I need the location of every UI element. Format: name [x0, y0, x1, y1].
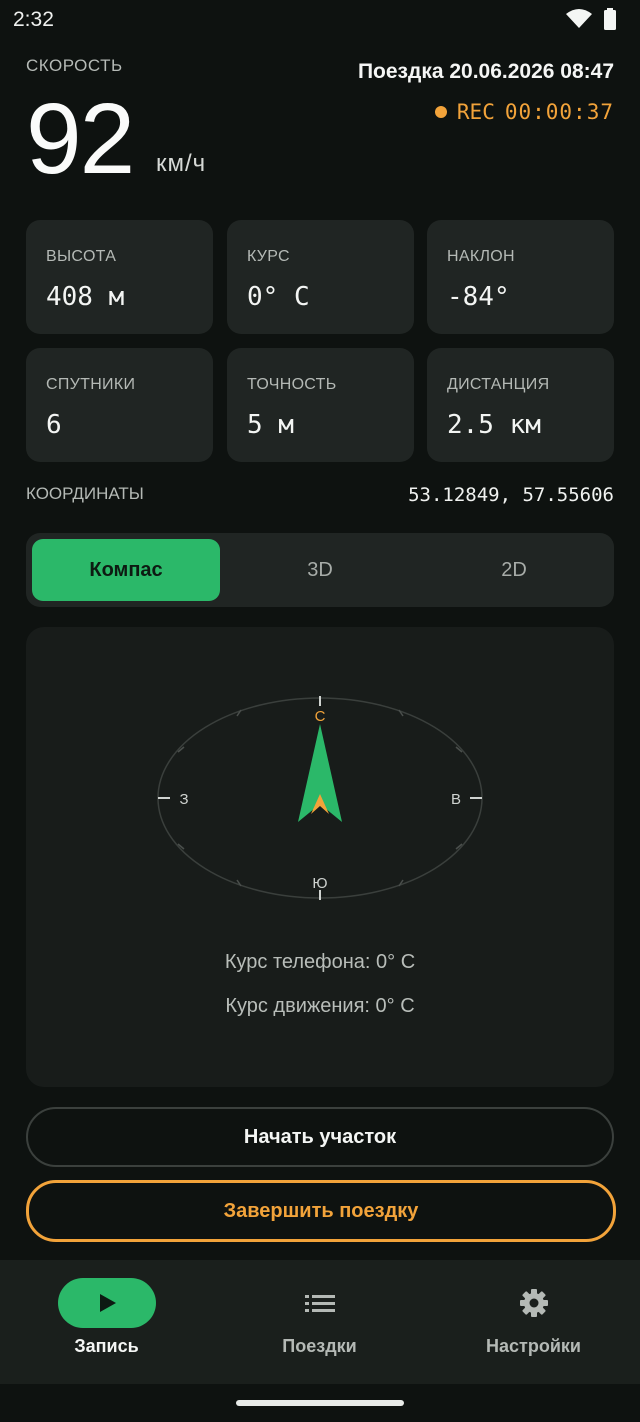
trip-title: Поездка 20.06.2026 08:47 — [357, 60, 614, 83]
stat-card-accuracy: ТОЧНОСТЬ 5 м — [227, 348, 414, 462]
finish-trip-button[interactable]: Завершить поездку — [26, 1180, 616, 1242]
tab-compass[interactable]: Компас — [32, 539, 220, 601]
rec-label: REC — [456, 100, 495, 124]
recording-indicator: REC 00:00:37 — [434, 100, 614, 124]
stat-card-altitude: ВЫСОТА 408 м — [26, 220, 213, 334]
compass-dial: С Ю З В — [157, 696, 483, 900]
stat-label: НАКЛОН — [447, 248, 515, 265]
stat-value: -84° — [447, 282, 510, 312]
speed-unit: км/ч — [156, 150, 207, 177]
nav-label: Запись — [74, 1336, 139, 1356]
stat-value: 5 м — [247, 410, 294, 440]
phone-heading: Курс телефона: 0° С — [224, 951, 416, 973]
movement-heading: Курс движения: 0° С — [225, 995, 415, 1017]
status-icons — [566, 8, 616, 30]
coordinates-value: 53.12849, 57.55606 — [408, 484, 614, 506]
stat-card-course: КУРС 0° С — [227, 220, 414, 334]
stat-label: ВЫСОТА — [46, 248, 117, 265]
nav-indicator — [485, 1278, 583, 1328]
compass-needle-icon — [298, 724, 342, 822]
stat-label: ТОЧНОСТЬ — [247, 376, 337, 393]
nav-indicator — [57, 1278, 156, 1328]
stat-card-satellites: СПУТНИКИ 6 — [26, 348, 213, 462]
tab-3d[interactable]: 3D — [226, 539, 414, 601]
battery-icon — [604, 8, 616, 30]
stat-value: 2.5 км — [447, 410, 541, 440]
nav-item-trips[interactable]: Поездки — [213, 1260, 426, 1384]
view-mode-tabs: Компас 3D 2D — [26, 533, 614, 607]
rec-dot-icon — [434, 106, 447, 118]
gear-icon — [519, 1289, 548, 1317]
compass-panel: С Ю З В Курс телефона: 0° С Курс движени… — [26, 627, 614, 1087]
play-icon — [99, 1294, 116, 1312]
stat-value: 0° С — [247, 282, 310, 312]
coordinates-label: КООРДИНАТЫ — [26, 484, 144, 503]
compass-south-label: Ю — [312, 875, 327, 892]
stat-value: 408 м — [46, 282, 125, 312]
list-icon — [304, 1295, 335, 1312]
compass-east-label: В — [451, 791, 461, 808]
bottom-navigation: Запись Поездки Настройки — [0, 1260, 640, 1384]
nav-item-record[interactable]: Запись — [0, 1260, 213, 1384]
home-indicator — [236, 1400, 404, 1406]
status-time: 2:32 — [13, 8, 54, 31]
compass-west-label: З — [179, 791, 188, 808]
stat-card-distance: ДИСТАНЦИЯ 2.5 км — [427, 348, 614, 462]
stat-card-tilt: НАКЛОН -84° — [427, 220, 614, 334]
stat-label: КУРС — [247, 248, 290, 265]
speed-value: 92 — [26, 83, 135, 195]
stat-value: 6 — [46, 410, 62, 440]
start-segment-button[interactable]: Начать участок — [26, 1107, 614, 1167]
stat-label: СПУТНИКИ — [46, 376, 136, 393]
wifi-icon — [566, 9, 592, 28]
nav-label: Настройки — [486, 1336, 581, 1356]
rec-timer: 00:00:37 — [504, 100, 614, 124]
nav-label: Поездки — [282, 1336, 357, 1356]
stat-label: ДИСТАНЦИЯ — [447, 376, 550, 393]
nav-item-settings[interactable]: Настройки — [427, 1260, 640, 1384]
speed-label: СКОРОСТЬ — [26, 56, 123, 75]
tab-2d[interactable]: 2D — [420, 539, 608, 601]
nav-indicator — [271, 1278, 369, 1328]
compass-north-label: С — [315, 708, 326, 725]
